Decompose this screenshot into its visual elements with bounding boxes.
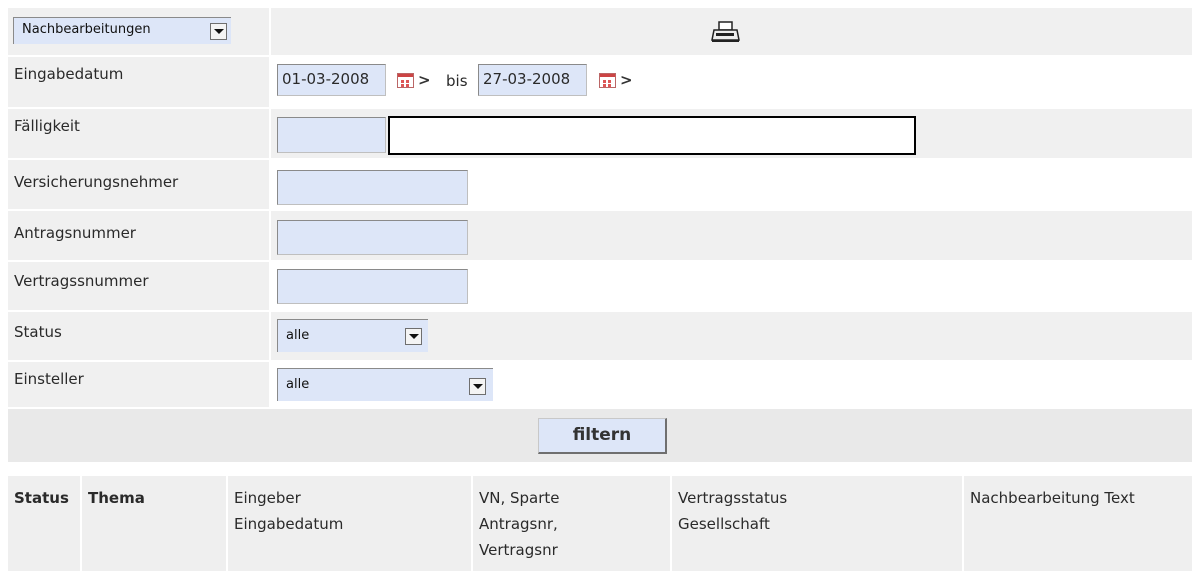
calendar-icon[interactable] xyxy=(599,73,616,88)
view-select-value: Nachbearbeitungen xyxy=(22,22,151,37)
antragsnummer-field-cell xyxy=(271,211,1192,260)
filter-button[interactable]: filtern xyxy=(538,418,667,454)
eingabedatum-field-cell: 01-03-2008 > bis 27-03-2008 > xyxy=(271,57,1192,107)
filter-bar: filtern xyxy=(8,409,1192,462)
column-header-label: Thema xyxy=(88,489,145,507)
column-header-vn[interactable]: VN, Sparte Antragsnr, Vertragsnr xyxy=(473,476,670,571)
column-header-thema[interactable]: Thema xyxy=(82,476,226,571)
eingabedatum-label: Eingabedatum xyxy=(14,65,124,83)
status-label-cell: Status xyxy=(8,312,269,360)
redaction-box xyxy=(388,116,916,155)
versicherungsnehmer-label-cell: Versicherungsnehmer xyxy=(8,160,269,209)
column-header-status[interactable]: Status xyxy=(8,476,80,571)
date-range-connector: bis xyxy=(446,72,468,90)
column-header-label: Nachbearbeitung Text xyxy=(970,489,1135,507)
faelligkeit-field-cell xyxy=(271,109,1192,158)
einsteller-select[interactable]: alle xyxy=(277,368,493,401)
versicherungsnehmer-input[interactable] xyxy=(277,170,468,205)
status-field-cell: alle xyxy=(271,312,1192,360)
status-select[interactable]: alle xyxy=(277,319,428,352)
column-header-vertragsstatus[interactable]: Vertragsstatus Gesellschaft xyxy=(672,476,962,571)
einsteller-label: Einsteller xyxy=(14,370,84,388)
einsteller-field-cell: alle xyxy=(271,362,1192,407)
calendar-icon[interactable] xyxy=(397,73,414,88)
column-header-eingeber[interactable]: Eingeber Eingabedatum xyxy=(228,476,471,571)
chevron-right-icon[interactable]: > xyxy=(620,71,633,89)
view-select[interactable]: Nachbearbeitungen xyxy=(13,17,231,44)
print-cell xyxy=(271,8,1192,55)
vertragsnummer-label: Vertragssnummer xyxy=(14,272,149,290)
view-select-cell: Nachbearbeitungen xyxy=(8,8,269,55)
column-header-label: Vertragsstatus Gesellschaft xyxy=(678,489,788,533)
versicherungsnehmer-label: Versicherungsnehmer xyxy=(14,173,179,191)
chevron-right-icon[interactable]: > xyxy=(418,71,431,89)
eingabedatum-label-cell: Eingabedatum xyxy=(8,57,269,107)
column-header-nachbearbeitung[interactable]: Nachbearbeitung Text xyxy=(964,476,1192,571)
status-label: Status xyxy=(14,323,62,341)
status-select-value: alle xyxy=(286,328,310,343)
faelligkeit-from-input[interactable] xyxy=(277,117,386,153)
printer-icon[interactable] xyxy=(711,21,741,43)
vertragsnummer-input[interactable] xyxy=(277,269,468,304)
vertragsnummer-field-cell xyxy=(271,262,1192,310)
column-header-label: Eingeber Eingabedatum xyxy=(234,489,344,533)
chevron-down-icon[interactable] xyxy=(210,23,227,40)
column-header-label: VN, Sparte Antragsnr, Vertragsnr xyxy=(479,489,560,559)
einsteller-label-cell: Einsteller xyxy=(8,362,269,407)
eingabedatum-from-input[interactable]: 01-03-2008 xyxy=(277,64,386,96)
column-header-label: Status xyxy=(14,489,69,507)
einsteller-select-value: alle xyxy=(286,377,310,392)
chevron-down-icon[interactable] xyxy=(405,328,422,345)
antragsnummer-label: Antragsnummer xyxy=(14,224,136,242)
versicherungsnehmer-field-cell xyxy=(271,160,1192,209)
faelligkeit-label: Fälligkeit xyxy=(14,117,80,135)
antragsnummer-input[interactable] xyxy=(277,220,468,255)
chevron-down-icon[interactable] xyxy=(469,378,486,395)
results-table-header: Status Thema Eingeber Eingabedatum VN, S… xyxy=(8,476,1192,571)
faelligkeit-label-cell: Fälligkeit xyxy=(8,109,269,158)
vertragsnummer-label-cell: Vertragssnummer xyxy=(8,262,269,310)
eingabedatum-to-input[interactable]: 27-03-2008 xyxy=(478,64,587,96)
antragsnummer-label-cell: Antragsnummer xyxy=(8,211,269,260)
